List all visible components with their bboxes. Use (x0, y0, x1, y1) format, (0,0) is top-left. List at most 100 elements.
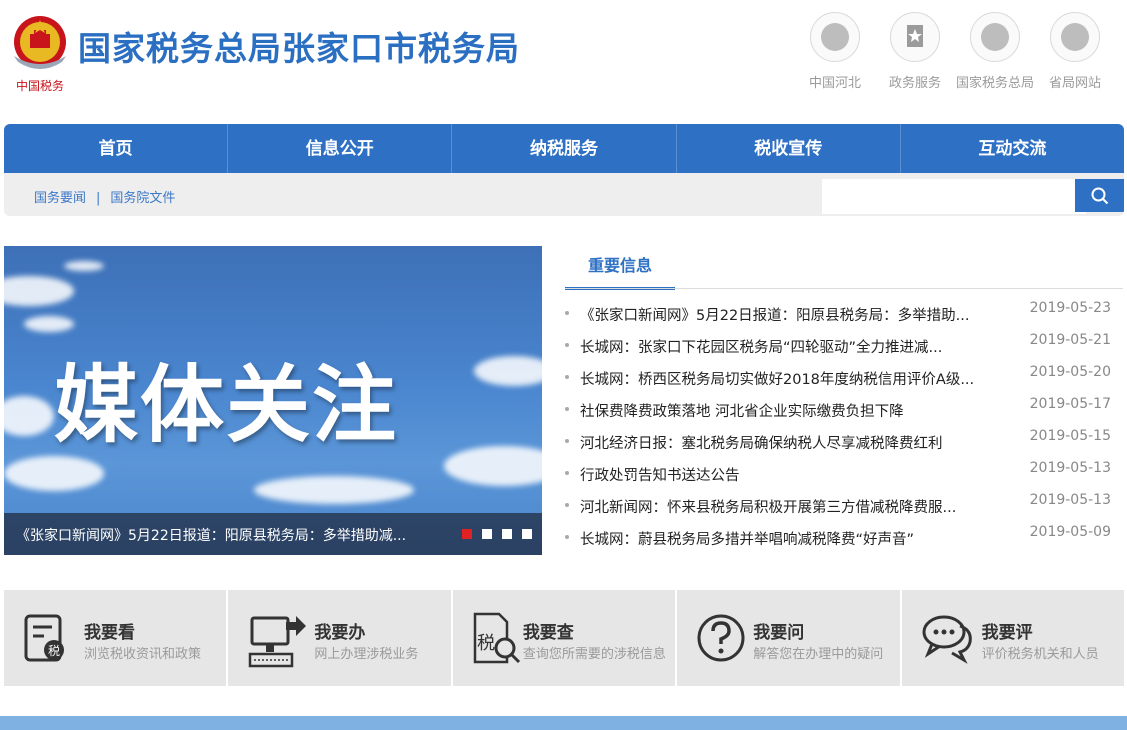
star-bookmark-icon (890, 12, 940, 62)
service-title: 我要办 (314, 623, 366, 643)
service-title: 我要看 (84, 623, 135, 643)
cloud-decoration (444, 446, 542, 486)
service-desc: 解答您在办理中的疑问 (753, 647, 884, 662)
tax-emblem-logo[interactable]: 中国税务 (8, 12, 72, 94)
carousel-dot[interactable] (462, 529, 472, 539)
bullet (565, 311, 569, 315)
service-entries: 税 我要看 浏览税收资讯和政策 我要办 网上办理涉税业务 税 我要查 查询您所需… (4, 590, 1125, 686)
news-date: 2019-05-17 (1029, 396, 1111, 412)
news-date: 2019-05-13 (1029, 492, 1111, 508)
quick-link-label: 政务服务 (888, 76, 941, 91)
quick-link-label: 中国河北 (808, 76, 861, 91)
quick-link-label: 国家税务总局 (955, 76, 1034, 91)
carousel-dot[interactable] (522, 529, 532, 539)
news-date: 2019-05-21 (1029, 332, 1111, 348)
cloud-decoration (4, 276, 74, 306)
bullet (565, 535, 569, 539)
cloud-decoration (24, 316, 74, 332)
nav-item-interaction[interactable]: 互动交流 (901, 124, 1124, 173)
icon-text: 税 (477, 633, 495, 654)
emblem-text: 中国税务 (16, 78, 64, 93)
news-title[interactable]: 长城网：张家口下花园区税务局“四轮驱动”全力推进减... (580, 336, 942, 357)
sub-links: 国务要闻 | 国务院文件 (34, 187, 175, 206)
service-desc: 查询您所需要的涉税信息 (522, 647, 666, 662)
service-handle[interactable]: 我要办 网上办理涉税业务 (228, 590, 451, 686)
service-title: 我要问 (753, 623, 805, 643)
bullet (565, 439, 569, 443)
news-title[interactable]: 河北新闻网：怀来县税务局积极开展第三方借减税降费服... (580, 496, 956, 517)
caption-bar: 《张家口新闻网》5月22日报道：阳原县税务局：多举措助减... (4, 513, 542, 555)
slide-caption[interactable]: 《张家口新闻网》5月22日报道：阳原县税务局：多举措助减... (16, 525, 406, 545)
news-title[interactable]: 社保费降费政策落地 河北省企业实际缴费负担下降 (580, 400, 904, 421)
cloud-decoration (4, 456, 104, 491)
cloud-decoration (254, 476, 414, 504)
divider (565, 288, 1123, 289)
cloud-decoration (474, 356, 542, 386)
nav-item-home[interactable]: 首页 (4, 124, 229, 173)
quick-link-label: 省局网站 (1048, 76, 1101, 91)
service-desc: 评价税务机关和人员 (981, 647, 1099, 662)
province-bureau-icon (1050, 12, 1100, 62)
service-title: 我要查 (522, 623, 574, 643)
slide-headline: 媒体关注 (54, 356, 399, 454)
sub-link-state-news[interactable]: 国务要闻 (34, 191, 86, 206)
news-date: 2019-05-13 (1029, 460, 1111, 476)
bullet (565, 375, 569, 379)
news-title[interactable]: 行政处罚告知书送达公告 (580, 464, 740, 485)
icon-text: 税 (48, 644, 60, 658)
bullet (565, 503, 569, 507)
hebei-badge-icon (810, 12, 860, 62)
site-header: 中国税务 国家税务总局张家口市税务局 中国河北 政务服务 国家税务总局 省局网站 (0, 0, 1127, 120)
computer-terminal-icon (249, 616, 307, 668)
question-icon (697, 614, 745, 662)
tab-important-info[interactable]: 重要信息 (565, 246, 675, 290)
quick-links: 中国河北 政务服务 国家税务总局 省局网站 (795, 12, 1115, 91)
nav-bar: 首页 信息公开 纳税服务 税收宣传 互动交流 (4, 124, 1124, 173)
news-date: 2019-05-15 (1029, 428, 1111, 444)
carousel-dot[interactable] (502, 529, 512, 539)
quick-link-province[interactable]: 省局网站 (1035, 12, 1115, 91)
chat-bubbles-icon (922, 615, 972, 664)
service-desc: 浏览税收资讯和政策 (84, 647, 202, 662)
news-title[interactable]: 河北经济日报：塞北税务局确保纳税人尽享减税降费红利 (580, 432, 943, 453)
news-date: 2019-05-09 (1029, 524, 1111, 540)
news-list: 《张家口新闻网》5月22日报道：阳原县税务局：多举措助... 2019-05-23… (565, 300, 1123, 560)
service-title: 我要评 (981, 623, 1033, 643)
news-title[interactable]: 长城网：蔚县税务局多措并举唱响减税降费“好声音” (580, 528, 914, 549)
main-nav: 首页 信息公开 纳税服务 税收宣传 互动交流 国务要闻 | 国务院文件 (4, 124, 1124, 216)
news-title[interactable]: 《张家口新闻网》5月22日报道：阳原县税务局：多举措助... (580, 304, 970, 325)
news-title[interactable]: 长城网：桥西区税务局切实做好2018年度纳税信用评价A级... (580, 368, 974, 389)
cloud-decoration (4, 396, 54, 436)
news-item[interactable]: 长城网：蔚县税务局多措并举唱响减税降费“好声音” 2019-05-09 (565, 524, 1123, 560)
service-ask[interactable]: 我要问 解答您在办理中的疑问 (677, 590, 900, 686)
media-carousel[interactable]: 媒体关注 《张家口新闻网》5月22日报道：阳原县税务局：多举措助减... (4, 246, 542, 555)
search-button[interactable] (1075, 179, 1124, 212)
bullet (565, 407, 569, 411)
service-evaluate[interactable]: 我要评 评价税务机关和人员 (901, 590, 1125, 686)
carousel-dot[interactable] (482, 529, 492, 539)
nav-item-info-disclosure[interactable]: 信息公开 (228, 124, 453, 173)
search-input[interactable] (822, 179, 1086, 214)
bullet (565, 343, 569, 347)
tax-search-icon: 税 (473, 612, 520, 664)
nav-item-tax-publicity[interactable]: 税收宣传 (677, 124, 901, 173)
divider: | (96, 191, 101, 206)
tax-document-icon: 税 (24, 614, 64, 662)
quick-link-state-tax[interactable]: 国家税务总局 (955, 12, 1035, 91)
quick-link-hebei[interactable]: 中国河北 (795, 12, 875, 91)
footer-strip (0, 716, 1127, 730)
news-date: 2019-05-20 (1029, 364, 1111, 380)
important-info-panel: 重要信息 《张家口新闻网》5月22日报道：阳原县税务局：多举措助... 2019-… (565, 246, 1123, 556)
service-desc: 网上办理涉税业务 (314, 647, 419, 662)
search-icon (1091, 187, 1109, 205)
service-query[interactable]: 税 我要查 查询您所需要的涉税信息 (452, 590, 676, 686)
carousel-dots (452, 529, 532, 539)
site-title[interactable]: 国家税务总局张家口市税务局 (78, 22, 520, 70)
quick-link-gov-services[interactable]: 政务服务 (875, 12, 955, 91)
cloud-decoration (64, 261, 104, 271)
nav-item-tax-services[interactable]: 纳税服务 (452, 124, 677, 173)
tax-bureau-icon (970, 12, 1020, 62)
service-view[interactable]: 税 我要看 浏览税收资讯和政策 (4, 590, 227, 686)
news-date: 2019-05-23 (1029, 300, 1111, 316)
sub-link-state-council-docs[interactable]: 国务院文件 (110, 191, 175, 206)
